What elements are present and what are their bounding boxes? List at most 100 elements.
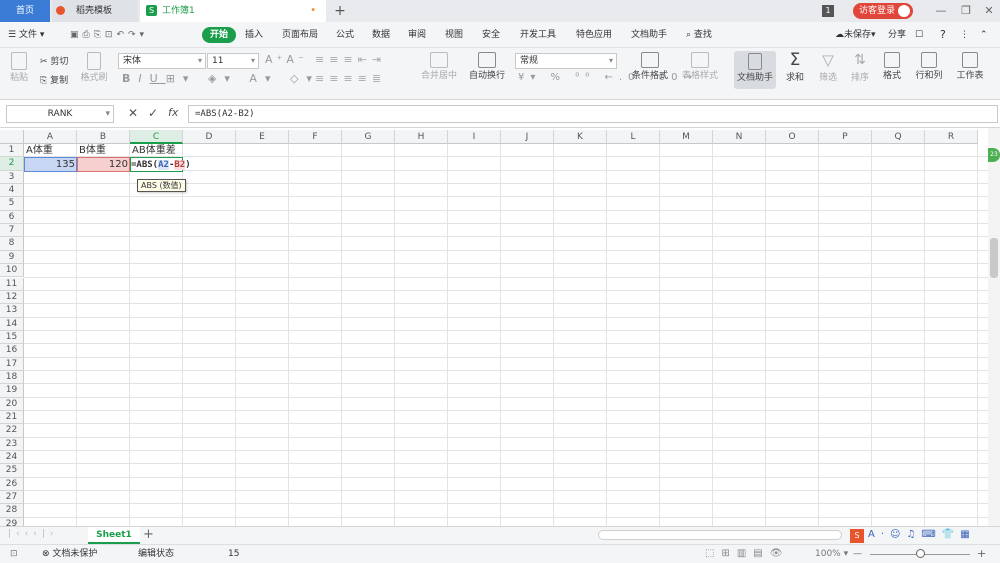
- row-header-9[interactable]: 9: [0, 250, 24, 265]
- comment-icon[interactable]: ☐: [915, 27, 923, 43]
- column-header-e[interactable]: E: [236, 130, 289, 144]
- horizontal-scrollbar[interactable]: [598, 530, 842, 540]
- doc-assistant-button[interactable]: 文档助手: [734, 51, 776, 89]
- cell-a2[interactable]: 135: [24, 159, 75, 171]
- more-icon[interactable]: ⋮: [960, 27, 969, 43]
- tab-data[interactable]: 数据: [372, 27, 390, 43]
- wrap-text-button[interactable]: 自动换行: [468, 52, 506, 81]
- add-sheet-button[interactable]: +: [143, 527, 154, 542]
- sheet-tab-sheet1[interactable]: Sheet1: [88, 527, 140, 544]
- row-header-15[interactable]: 15: [0, 330, 24, 345]
- row-header-1[interactable]: 1: [0, 144, 24, 158]
- conditional-format-button[interactable]: 条件格式: [628, 52, 672, 81]
- doc-protect-status[interactable]: ⊗ 文档未保护: [42, 545, 97, 563]
- share-button[interactable]: 分享: [888, 27, 906, 43]
- row-header-24[interactable]: 24: [0, 451, 24, 465]
- row-header-7[interactable]: 7: [0, 224, 24, 238]
- row-header-29[interactable]: 29: [0, 517, 24, 526]
- table-style-button[interactable]: 表格样式: [678, 52, 722, 81]
- cell-c1[interactable]: AB体重差: [132, 145, 176, 157]
- row-header-13[interactable]: 13: [0, 304, 24, 318]
- row-header-8[interactable]: 8: [0, 237, 24, 251]
- column-header-m[interactable]: M: [660, 130, 713, 144]
- row-header-20[interactable]: 20: [0, 397, 24, 411]
- insert-function-button[interactable]: fx: [168, 106, 178, 119]
- row-col-button[interactable]: 行和列: [912, 52, 946, 81]
- column-header-h[interactable]: H: [395, 130, 448, 144]
- zoom-level[interactable]: 100% ▾: [815, 545, 848, 563]
- row-header-25[interactable]: 25: [0, 464, 24, 478]
- window-count-badge[interactable]: 1: [822, 5, 834, 17]
- align-top-buttons[interactable]: ≡≡≡⇤⇥: [315, 53, 386, 66]
- side-badge-icon[interactable]: 23: [988, 148, 1000, 162]
- minimize-icon[interactable]: —: [930, 0, 952, 22]
- tab-workbook[interactable]: S 工作簿1 •: [140, 0, 326, 22]
- ime-toolbar-icons[interactable]: A·☺♫⌨👕▦: [868, 529, 976, 540]
- column-header-d[interactable]: D: [183, 130, 236, 144]
- new-tab-button[interactable]: +: [330, 0, 350, 22]
- column-header-q[interactable]: Q: [872, 130, 925, 144]
- number-format-select[interactable]: 常规: [515, 53, 617, 69]
- column-header-c[interactable]: C: [130, 130, 183, 144]
- help-button[interactable]: ?: [940, 27, 946, 43]
- row-header-5[interactable]: 5: [0, 197, 24, 211]
- tab-doc-assistant[interactable]: 文档助手: [631, 27, 667, 43]
- tab-start[interactable]: 开始: [202, 27, 237, 43]
- cell-a1[interactable]: A体重: [26, 145, 53, 157]
- row-header-22[interactable]: 22: [0, 424, 24, 438]
- search-button[interactable]: ⌕ 查找: [686, 27, 712, 43]
- login-button[interactable]: 访客登录: [853, 3, 913, 19]
- zoom-slider-handle[interactable]: [916, 549, 925, 558]
- row-header-12[interactable]: 12: [0, 290, 24, 305]
- font-name-select[interactable]: 宋体: [118, 53, 206, 69]
- zoom-in-icon[interactable]: +: [977, 545, 986, 563]
- tab-template[interactable]: 稻壳模板: [52, 0, 138, 22]
- formula-input[interactable]: =ABS(A2-B2): [188, 105, 998, 123]
- cell-c2-formula[interactable]: =ABS(A2-B2): [131, 159, 191, 171]
- scrollbar-thumb[interactable]: [990, 238, 998, 278]
- column-header-l[interactable]: L: [607, 130, 660, 144]
- copy-button[interactable]: ⎘ 复制: [40, 73, 68, 86]
- macro-icon[interactable]: ⊡: [10, 545, 18, 563]
- sheet-nav-arrows[interactable]: |‹‹›|›: [8, 529, 58, 539]
- row-header-4[interactable]: 4: [0, 184, 24, 198]
- column-header-i[interactable]: I: [448, 130, 501, 144]
- sort-button[interactable]: ⇅ 排序: [847, 51, 873, 83]
- row-header-21[interactable]: 21: [0, 411, 24, 425]
- tab-insert[interactable]: 插入: [245, 27, 263, 43]
- tab-developer[interactable]: 开发工具: [520, 27, 556, 43]
- merge-center-button[interactable]: 合并居中: [415, 52, 463, 81]
- column-header-o[interactable]: O: [766, 130, 819, 144]
- row-header-14[interactable]: 14: [0, 317, 24, 331]
- align-buttons[interactable]: ≡≡≡≡≣: [315, 72, 386, 85]
- zoom-out-icon[interactable]: —: [853, 545, 862, 563]
- column-header-r[interactable]: R: [925, 130, 978, 144]
- select-all-corner[interactable]: [0, 130, 24, 144]
- column-header-g[interactable]: G: [342, 130, 395, 144]
- collapse-ribbon-icon[interactable]: ⌃: [980, 27, 988, 43]
- confirm-icon[interactable]: ✓: [148, 106, 158, 120]
- tab-security[interactable]: 安全: [482, 27, 500, 43]
- row-header-18[interactable]: 18: [0, 370, 24, 385]
- cancel-icon[interactable]: ✕: [128, 106, 138, 120]
- column-header-j[interactable]: J: [501, 130, 554, 144]
- column-header-b[interactable]: B: [77, 130, 130, 144]
- row-header-16[interactable]: 16: [0, 344, 24, 358]
- row-header-11[interactable]: 11: [0, 277, 24, 291]
- row-header-10[interactable]: 10: [0, 264, 24, 278]
- name-box[interactable]: RANK ▾: [6, 105, 114, 123]
- worksheet-button[interactable]: 工作表: [952, 52, 988, 81]
- vertical-scrollbar[interactable]: 23: [988, 128, 1000, 526]
- column-header-f[interactable]: F: [289, 130, 342, 144]
- cell-b1[interactable]: B体重: [79, 145, 106, 157]
- column-header-n[interactable]: N: [713, 130, 766, 144]
- row-header-17[interactable]: 17: [0, 357, 24, 371]
- font-size-buttons[interactable]: A⁺A⁻: [265, 53, 308, 66]
- cut-button[interactable]: ✂ 剪切: [40, 54, 68, 67]
- font-size-select[interactable]: 11: [207, 53, 259, 69]
- row-header-28[interactable]: 28: [0, 504, 24, 518]
- filter-button[interactable]: ▽ 筛选: [815, 51, 841, 83]
- paste-button[interactable]: 粘贴: [8, 52, 30, 83]
- tab-home[interactable]: 首页: [0, 0, 50, 22]
- format-button[interactable]: 格式: [878, 52, 906, 81]
